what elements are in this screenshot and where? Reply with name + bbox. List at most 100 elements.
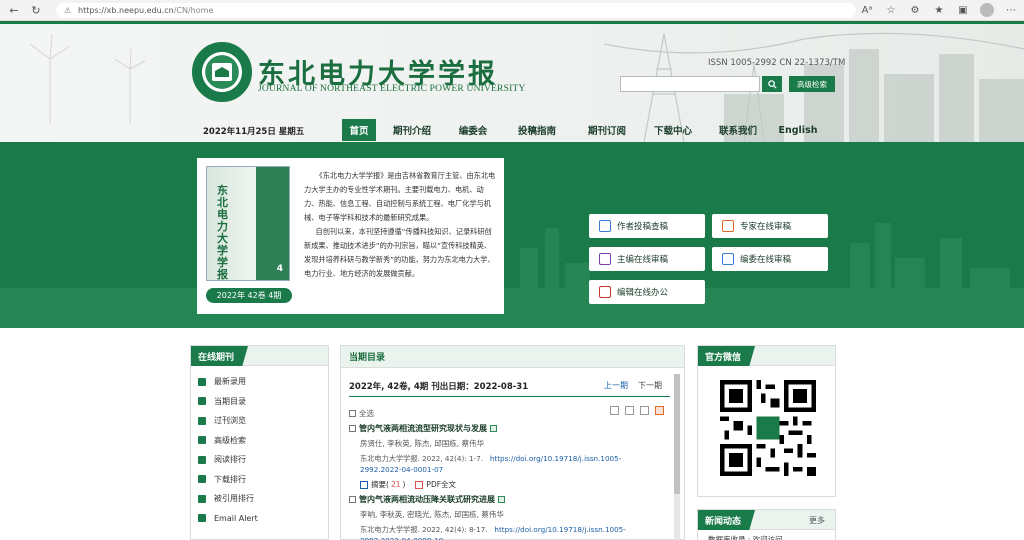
panel-title: 官方微信 — [698, 346, 756, 366]
editor-icon — [599, 253, 611, 265]
wechat-qr-code — [720, 380, 816, 476]
address-bar[interactable]: ⚠ https://xb.neepu.edu.cn/CN/home — [56, 3, 856, 18]
intro-paragraph-1: 《东北电力大学学报》是由吉林省教育厅主管、由东北电力大学主办的专业性学术期刊。主… — [304, 171, 496, 222]
export-icon[interactable] — [640, 406, 649, 415]
nav-submission-guide[interactable]: 投稿指南 — [498, 119, 576, 141]
office-icon — [599, 286, 611, 298]
menu-read-ranking[interactable]: 阅读排行 — [191, 450, 328, 470]
service-label: 编辑在线办公 — [617, 288, 669, 298]
pdf-link[interactable]: PDF全文 — [426, 479, 456, 490]
service-label: 作者投稿查稿 — [617, 222, 669, 232]
intro-paragraph-2: 自创刊以来，本刊坚持遵循“传播科技知识、记录科研创新成果、推动技术进步”的办刊宗… — [304, 227, 495, 278]
news-item[interactable]: 数据库收录 · 欢迎访问 — [698, 530, 835, 540]
citation-text: 东北电力大学学报. 2022, 42(4): 1-7. — [360, 454, 483, 463]
search-input[interactable] — [620, 76, 760, 92]
html-icon[interactable] — [498, 496, 505, 503]
menu-label: 被引用排行 — [214, 494, 254, 504]
board-icon — [722, 253, 734, 265]
cover-title: 东北电力大学学报 — [217, 184, 228, 281]
article-item: 管内气液两相流动压降关联式研究进展 李响, 李秋英, 密晓光, 陈杰, 邱国栋,… — [349, 494, 664, 540]
favorites-icon[interactable]: ★ — [932, 3, 946, 17]
abstract-count: 21 — [390, 480, 401, 489]
extensions-icon[interactable]: ⚙ — [908, 3, 922, 17]
expert-review-button[interactable]: 专家在线审稿 — [712, 214, 828, 238]
journal-title-en: JOURNAL OF NORTHEAST ELECTRIC POWER UNIV… — [258, 84, 526, 94]
menu-label: 下载排行 — [214, 474, 246, 484]
star-icon[interactable]: ☆ — [884, 3, 898, 17]
menu-download-ranking[interactable]: 下载排行 — [191, 470, 328, 490]
nav-download[interactable]: 下载中心 — [638, 119, 708, 141]
panel-title: 在线期刊 — [191, 346, 249, 366]
journal-cover[interactable]: 东北电力大学学报 4 — [206, 166, 290, 281]
hero-skyline-art — [0, 223, 1024, 328]
current-date: 2022年11月25日 星期五 — [203, 127, 305, 137]
next-issue-link[interactable]: 下一期 — [638, 381, 662, 390]
toc-issue-info: 2022年, 42卷, 4期 刊出日期：2022-08-31 — [349, 382, 529, 392]
pdf-icon[interactable] — [655, 406, 664, 415]
article-authors: 房贤仕, 李秋英, 陈杰, 邱国栋, 蔡伟华 — [360, 439, 485, 448]
toc-title: 当期目录 — [341, 346, 684, 368]
doc-icon — [198, 397, 206, 406]
nav-contact[interactable]: 联系我们 — [708, 119, 768, 141]
select-all-label: 全选 — [359, 409, 374, 418]
news-more-link[interactable]: 更多 — [809, 515, 825, 526]
cover-issue-number: 4 — [276, 264, 283, 274]
profile-avatar[interactable] — [980, 3, 994, 17]
read-aloud-icon[interactable]: Aᵃ — [860, 3, 874, 17]
nav-about[interactable]: 期刊介绍 — [376, 119, 448, 141]
site-header: 东北电力大学学报 JOURNAL OF NORTHEAST ELECTRIC P… — [0, 24, 1024, 142]
url-path: /CN/home — [173, 6, 214, 15]
abstract-paren-open: ( — [386, 480, 389, 489]
mail-icon — [198, 514, 206, 523]
editor-office-button[interactable]: 编辑在线办公 — [589, 280, 705, 304]
article-citation: 东北电力大学学报. 2022, 42(4): 1-7. https://doi.… — [349, 453, 654, 475]
article-title[interactable]: 管内气液两相流流型研究现状与发展 — [359, 423, 487, 434]
search-button[interactable] — [762, 76, 782, 92]
article-checkbox[interactable] — [349, 496, 356, 503]
collections-icon[interactable]: ▣ — [956, 3, 970, 17]
menu-label: 最新录用 — [214, 377, 246, 387]
author-submission-button[interactable]: 作者投稿查稿 — [589, 214, 705, 238]
menu-past-issues[interactable]: 过刊浏览 — [191, 411, 328, 431]
checkbox-icon — [349, 410, 356, 417]
menu-email-alert[interactable]: Email Alert — [191, 509, 328, 529]
nav-home[interactable]: 首页 — [342, 119, 376, 141]
prev-issue-link[interactable]: 上一期 — [604, 381, 628, 390]
menu-advanced-search[interactable]: 高级检索 — [191, 431, 328, 451]
lock-icon: ⚠ — [64, 5, 72, 15]
list-view-icon[interactable] — [625, 406, 634, 415]
menu-label: Email Alert — [214, 513, 258, 523]
hero-banner: 东北电力大学学报 4 2022年 42卷 4期 《东北电力大学学报》是由吉林省教… — [0, 142, 1024, 328]
journal-intro-text: 《东北电力大学学报》是由吉林省教育厅主管、由东北电力大学主办的专业性学术期刊。主… — [304, 169, 496, 281]
reload-icon[interactable]: ↻ — [28, 2, 44, 18]
search-icon — [767, 79, 777, 89]
advanced-search-button[interactable]: 高级检索 — [789, 76, 835, 92]
article-checkbox[interactable] — [349, 425, 356, 432]
more-icon[interactable]: ⋯ — [1004, 3, 1018, 17]
university-seal-logo[interactable] — [192, 42, 252, 102]
service-label: 专家在线审稿 — [740, 222, 792, 232]
abstract-link[interactable]: 摘要 — [371, 479, 386, 490]
search-icon — [198, 436, 206, 445]
nav-editorial-board[interactable]: 编委会 — [448, 119, 498, 141]
html-icon[interactable] — [490, 425, 497, 432]
share-icon[interactable] — [610, 406, 619, 415]
toc-scrollbar[interactable] — [674, 374, 680, 540]
divider — [349, 396, 670, 397]
expert-icon — [722, 220, 734, 232]
nav-subscription[interactable]: 期刊订阅 — [576, 119, 638, 141]
article-item: 管内气液两相流流型研究现状与发展 房贤仕, 李秋英, 陈杰, 邱国栋, 蔡伟华 … — [349, 423, 664, 490]
back-icon[interactable]: ← — [6, 2, 22, 18]
current-issue-badge[interactable]: 2022年 42卷 4期 — [206, 288, 292, 303]
pdf-icon — [415, 480, 424, 489]
chief-editor-review-button[interactable]: 主编在线审稿 — [589, 247, 705, 271]
panel-title: 新闻动态 — [698, 510, 756, 530]
nav-english[interactable]: English — [768, 119, 828, 141]
board-review-button[interactable]: 编委在线审稿 — [712, 247, 828, 271]
menu-current-issue[interactable]: 当期目录 — [191, 392, 328, 412]
select-all-checkbox[interactable]: 全选 — [349, 408, 374, 419]
article-authors: 李响, 李秋英, 密晓光, 陈杰, 邱国栋, 蔡伟华 — [360, 510, 504, 519]
menu-latest-accepted[interactable]: 最新录用 — [191, 372, 328, 392]
article-title[interactable]: 管内气液两相流动压降关联式研究进展 — [359, 494, 495, 505]
menu-cited-ranking[interactable]: 被引用排行 — [191, 489, 328, 509]
